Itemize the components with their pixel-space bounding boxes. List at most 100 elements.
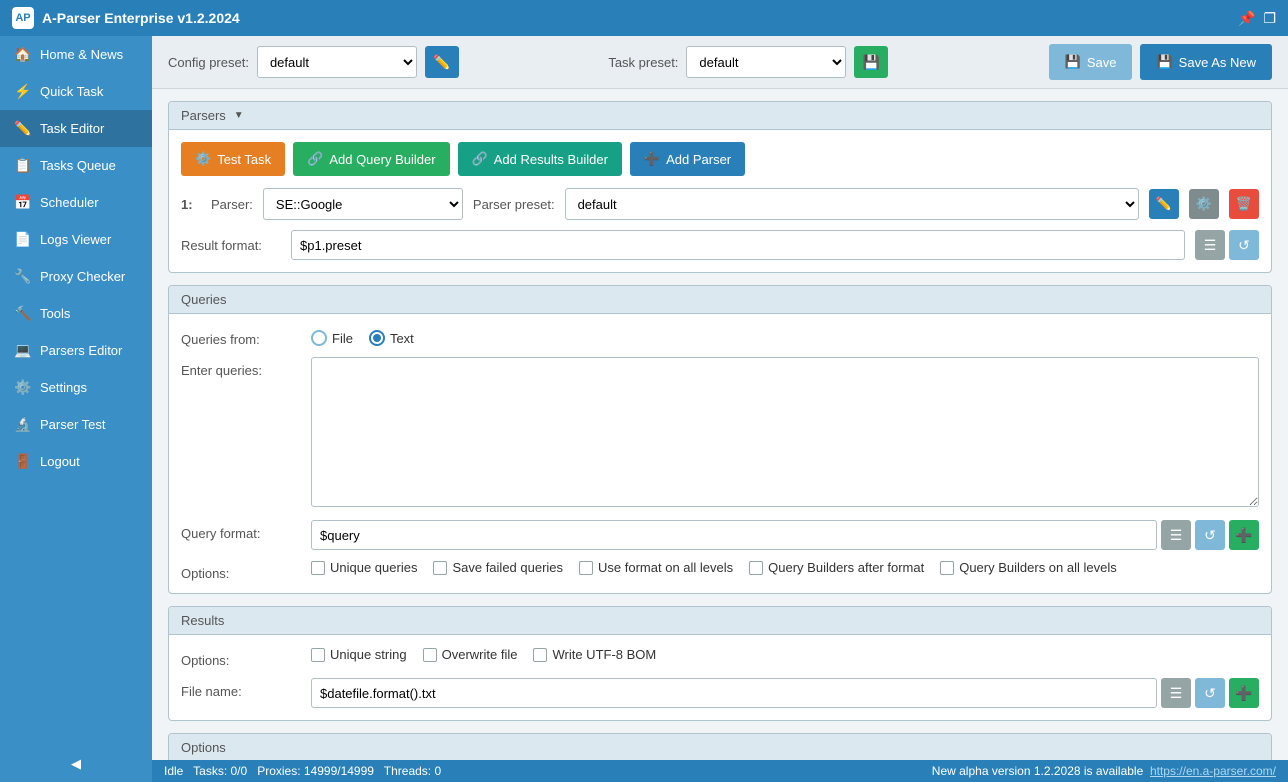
queries-title: Queries <box>181 292 227 307</box>
use-format-option[interactable]: Use format on all levels <box>579 560 733 575</box>
qb-all-option[interactable]: Query Builders on all levels <box>940 560 1117 575</box>
results-section: Results Options: Unique string <box>168 606 1272 721</box>
query-format-actions: ☰ ↺ ➕ <box>1161 520 1259 550</box>
qb-after-checkbox[interactable] <box>749 561 763 575</box>
add-rb-icon: 🔗 <box>472 151 488 167</box>
parsers-title: Parsers <box>181 108 226 123</box>
status-left: Idle Tasks: 0/0 Proxies: 14999/14999 Thr… <box>164 764 441 778</box>
sidebar-label-scheduler: Scheduler <box>40 195 99 210</box>
add-query-builder-button[interactable]: 🔗 Add Query Builder <box>293 142 449 176</box>
sidebar-item-tasks-queue[interactable]: 📋 Tasks Queue <box>0 147 152 184</box>
utf8-bom-option[interactable]: Write UTF-8 BOM <box>533 647 656 662</box>
enter-queries-content <box>311 357 1259 510</box>
sidebar-item-parser-test[interactable]: 🔬 Parser Test <box>0 406 152 443</box>
sidebar-item-settings[interactable]: ⚙️ Settings <box>0 369 152 406</box>
save-button[interactable]: 💾 Save <box>1049 44 1133 80</box>
result-format-reset-button[interactable]: ↺ <box>1229 230 1259 260</box>
add-parser-label: Add Parser <box>666 152 731 167</box>
query-format-add-button[interactable]: ➕ <box>1229 520 1259 550</box>
config-preset-select[interactable]: default <box>257 46 417 78</box>
proxy-icon: 🔧 <box>14 268 32 285</box>
config-preset-row: Config preset: default ✏️ <box>168 46 596 78</box>
sidebar-item-proxy-checker[interactable]: 🔧 Proxy Checker <box>0 258 152 295</box>
sidebar-toggle[interactable]: ◀ <box>0 746 152 782</box>
update-link[interactable]: https://en.a-parser.com/ <box>1150 764 1276 778</box>
query-format-input[interactable] <box>311 520 1157 550</box>
text-radio[interactable] <box>369 330 385 346</box>
parser-select[interactable]: SE::Google <box>263 188 463 220</box>
quick-task-icon: ⚡ <box>14 83 32 100</box>
queries-from-text[interactable]: Text <box>369 330 414 346</box>
maximize-button[interactable]: ❐ <box>1263 10 1276 27</box>
sidebar-item-logout[interactable]: 🚪 Logout <box>0 443 152 480</box>
save-label: Save <box>1087 55 1117 70</box>
sidebar-item-task-editor[interactable]: ✏️ Task Editor <box>0 110 152 147</box>
query-format-reset-button[interactable]: ↺ <box>1195 520 1225 550</box>
add-results-builder-button[interactable]: 🔗 Add Results Builder <box>458 142 622 176</box>
use-format-checkbox[interactable] <box>579 561 593 575</box>
result-format-menu-button[interactable]: ☰ <box>1195 230 1225 260</box>
file-name-add-button[interactable]: ➕ <box>1229 678 1259 708</box>
sidebar-label-tools: Tools <box>40 306 70 321</box>
file-name-reset-button[interactable]: ↺ <box>1195 678 1225 708</box>
file-name-content: ☰ ↺ ➕ <box>311 678 1259 708</box>
options-section: Options <box>168 733 1272 760</box>
parser-edit-button[interactable]: ✏️ <box>1149 189 1179 219</box>
file-radio[interactable] <box>311 330 327 346</box>
home-icon: 🏠 <box>14 46 32 63</box>
queries-options-content: Unique queries Save failed queries Use f… <box>311 560 1259 575</box>
sidebar-item-home[interactable]: 🏠 Home & News <box>0 36 152 73</box>
add-parser-button[interactable]: ➕ Add Parser <box>630 142 745 176</box>
add-qb-label: Add Query Builder <box>329 152 435 167</box>
sidebar-item-quick-task[interactable]: ⚡ Quick Task <box>0 73 152 110</box>
query-format-menu-button[interactable]: ☰ <box>1161 520 1191 550</box>
parser-settings-button[interactable]: ⚙️ <box>1189 189 1219 219</box>
sidebar-label-settings: Settings <box>40 380 87 395</box>
top-bar-right: 💾 Save 💾 Save As New <box>1049 44 1272 80</box>
enter-queries-textarea[interactable] <box>311 357 1259 507</box>
queries-from-row: Queries from: File Text <box>181 326 1259 347</box>
file-name-menu-button[interactable]: ☰ <box>1161 678 1191 708</box>
sidebar-item-parsers-editor[interactable]: 💻 Parsers Editor <box>0 332 152 369</box>
content-area: Parsers ▼ ⚙️ Test Task 🔗 Add Query Build… <box>152 89 1288 760</box>
sidebar-item-tools[interactable]: 🔨 Tools <box>0 295 152 332</box>
queries-from-label: Queries from: <box>181 326 301 347</box>
unique-queries-checkbox[interactable] <box>311 561 325 575</box>
use-format-label: Use format on all levels <box>598 560 733 575</box>
task-preset-download-button[interactable]: 💾 <box>854 46 888 78</box>
sidebar-item-logs-viewer[interactable]: 📄 Logs Viewer <box>0 221 152 258</box>
sidebar-label-proxy: Proxy Checker <box>40 269 125 284</box>
test-task-button[interactable]: ⚙️ Test Task <box>181 142 285 176</box>
file-name-input[interactable] <box>311 678 1157 708</box>
parsers-editor-icon: 💻 <box>14 342 32 359</box>
file-name-row: File name: ☰ ↺ ➕ <box>181 678 1259 708</box>
parser-preset-select[interactable]: default <box>565 188 1139 220</box>
add-rb-label: Add Results Builder <box>494 152 608 167</box>
pin-button[interactable]: 📌 <box>1238 10 1255 27</box>
overwrite-file-option[interactable]: Overwrite file <box>423 647 518 662</box>
unique-queries-option[interactable]: Unique queries <box>311 560 417 575</box>
results-options-content: Unique string Overwrite file Write UTF-8… <box>311 647 1259 662</box>
title-bar-controls[interactable]: 📌 ❐ <box>1238 10 1276 27</box>
parser-row-1: 1: Parser: SE::Google Parser preset: def… <box>181 188 1259 220</box>
file-name-label: File name: <box>181 678 301 699</box>
unique-string-option[interactable]: Unique string <box>311 647 407 662</box>
sidebar-item-scheduler[interactable]: 📅 Scheduler <box>0 184 152 221</box>
test-task-label: Test Task <box>217 152 271 167</box>
overwrite-file-checkbox[interactable] <box>423 648 437 662</box>
qb-after-option[interactable]: Query Builders after format <box>749 560 924 575</box>
task-preset-select[interactable]: default <box>686 46 846 78</box>
config-preset-edit-button[interactable]: ✏️ <box>425 46 459 78</box>
queries-from-file[interactable]: File <box>311 330 353 346</box>
save-failed-checkbox[interactable] <box>433 561 447 575</box>
parser-delete-button[interactable]: 🗑️ <box>1229 189 1259 219</box>
result-format-input[interactable] <box>291 230 1185 260</box>
parser-num: 1: <box>181 197 201 212</box>
app-title: A-Parser Enterprise v1.2.2024 <box>42 10 240 26</box>
save-as-button[interactable]: 💾 Save As New <box>1140 44 1272 80</box>
save-failed-option[interactable]: Save failed queries <box>433 560 563 575</box>
unique-string-checkbox[interactable] <box>311 648 325 662</box>
qb-all-checkbox[interactable] <box>940 561 954 575</box>
sidebar-label-logs: Logs Viewer <box>40 232 111 247</box>
utf8-bom-checkbox[interactable] <box>533 648 547 662</box>
